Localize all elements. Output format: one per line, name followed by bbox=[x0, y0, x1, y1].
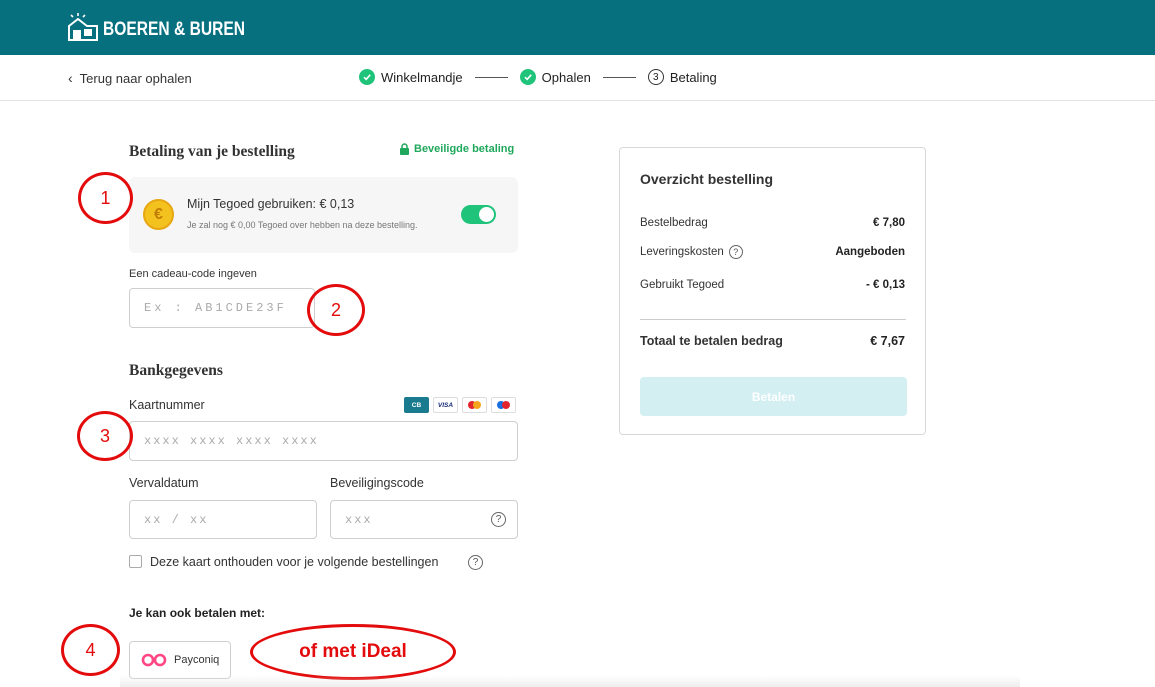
payconiq-button[interactable]: Payconiq bbox=[129, 641, 231, 679]
step-winkelmandje[interactable]: Winkelmandje bbox=[359, 69, 463, 85]
alternative-payment-label: Je kan ook betalen met: bbox=[129, 606, 266, 620]
help-circle-icon[interactable]: ? bbox=[468, 555, 483, 570]
summary-row-value: Aangeboden bbox=[835, 246, 905, 258]
annotation-circle-3: 3 bbox=[77, 411, 133, 461]
checkout-progress-bar: ‹ Terug naar ophalen Winkelmandje Ophale… bbox=[0, 55, 1155, 101]
gift-code-input[interactable]: Ex : AB1CDE23F bbox=[129, 288, 315, 328]
remember-card-checkbox[interactable] bbox=[129, 555, 142, 568]
farmhouse-icon bbox=[68, 13, 98, 41]
annotation-circle-4: 4 bbox=[61, 624, 120, 676]
help-circle-icon[interactable]: ? bbox=[728, 245, 743, 259]
maestro-card-icon bbox=[462, 397, 487, 413]
secure-payment-label: Beveiligde betaling bbox=[414, 143, 515, 155]
step-number: 3 bbox=[647, 69, 664, 85]
visa-card-icon: VISA bbox=[433, 397, 458, 413]
step-connector bbox=[602, 76, 636, 78]
annotation-circle-2: 2 bbox=[307, 284, 365, 336]
expiry-label: Vervaldatum bbox=[129, 476, 199, 490]
total-label: Totaal te betalen bedrag bbox=[640, 334, 783, 348]
order-summary-card: Overzicht bestelling Bestelbedrag € 7,80… bbox=[619, 147, 926, 435]
brand-logo[interactable]: BOEREN & BUREN bbox=[66, 12, 276, 42]
logo-text: BOEREN & BUREN bbox=[103, 19, 245, 40]
tegoed-note: Je zal nog € 0,00 Tegoed over hebben na … bbox=[187, 220, 418, 230]
cvc-input[interactable]: xxx bbox=[330, 500, 518, 539]
annotation-circle-1: 1 bbox=[78, 172, 133, 224]
order-summary-title: Overzicht bestelling bbox=[640, 171, 774, 187]
summary-row-value: € 7,80 bbox=[873, 217, 905, 229]
checkout-steps: Winkelmandje Ophalen 3 Betaling bbox=[359, 69, 717, 85]
payconiq-icon bbox=[141, 653, 167, 667]
total-value: € 7,67 bbox=[870, 334, 905, 348]
chevron-left-icon: ‹ bbox=[68, 70, 73, 86]
summary-row-delivery: Leveringskosten ? bbox=[640, 245, 743, 259]
step-label: Ophalen bbox=[541, 69, 591, 85]
back-link[interactable]: ‹ Terug naar ophalen bbox=[68, 70, 192, 86]
tegoed-toggle[interactable] bbox=[461, 205, 496, 224]
check-circle-icon bbox=[359, 69, 375, 85]
annotation-ideal-note: of met iDeal bbox=[250, 624, 456, 680]
step-connector bbox=[474, 76, 508, 78]
expiry-input[interactable]: xx / xx bbox=[129, 500, 317, 539]
top-bar: BOEREN & BUREN bbox=[0, 0, 1155, 55]
payconiq-label: Payconiq bbox=[174, 654, 220, 666]
back-link-label: Terug naar ophalen bbox=[79, 70, 192, 86]
mastercard-card-icon bbox=[491, 397, 516, 413]
card-brands: CB VISA bbox=[404, 397, 516, 413]
step-label: Betaling bbox=[669, 69, 717, 85]
card-number-label: Kaartnummer bbox=[129, 398, 205, 412]
bank-details-title: Bankgegevens bbox=[129, 362, 223, 379]
secure-payment-badge: Beveiligde betaling bbox=[399, 143, 514, 155]
help-circle-icon[interactable]: ? bbox=[491, 512, 506, 527]
summary-row-label: Leveringskosten bbox=[640, 246, 724, 258]
tegoed-panel: € Mijn Tegoed gebruiken: € 0,13 Je zal n… bbox=[129, 177, 518, 253]
euro-coin-icon: € bbox=[143, 199, 174, 230]
lock-icon bbox=[400, 143, 409, 155]
remember-card-label: Deze kaart onthouden voor je volgende be… bbox=[150, 555, 439, 569]
check-circle-icon bbox=[519, 69, 536, 85]
tegoed-label: Mijn Tegoed gebruiken: € 0,13 bbox=[187, 197, 355, 211]
cb-card-icon: CB bbox=[404, 397, 429, 413]
toggle-knob bbox=[479, 207, 494, 222]
cvc-label: Beveiligingscode bbox=[330, 476, 424, 490]
step-label: Winkelmandje bbox=[381, 69, 463, 85]
summary-row-label: Bestelbedrag bbox=[640, 217, 708, 229]
bottom-fade bbox=[120, 676, 1020, 687]
summary-row-label: Gebruikt Tegoed bbox=[640, 279, 725, 291]
payment-title: Betaling van je bestelling bbox=[129, 143, 295, 160]
step-ophalen[interactable]: Ophalen bbox=[519, 69, 591, 85]
gift-code-label: Een cadeau-code ingeven bbox=[129, 268, 257, 280]
summary-divider bbox=[640, 319, 906, 320]
summary-row-value: - € 0,13 bbox=[866, 279, 905, 291]
step-betaling: 3 Betaling bbox=[647, 69, 717, 85]
card-number-input[interactable]: xxxx xxxx xxxx xxxx bbox=[129, 421, 518, 461]
pay-button[interactable]: Betalen bbox=[640, 377, 907, 416]
